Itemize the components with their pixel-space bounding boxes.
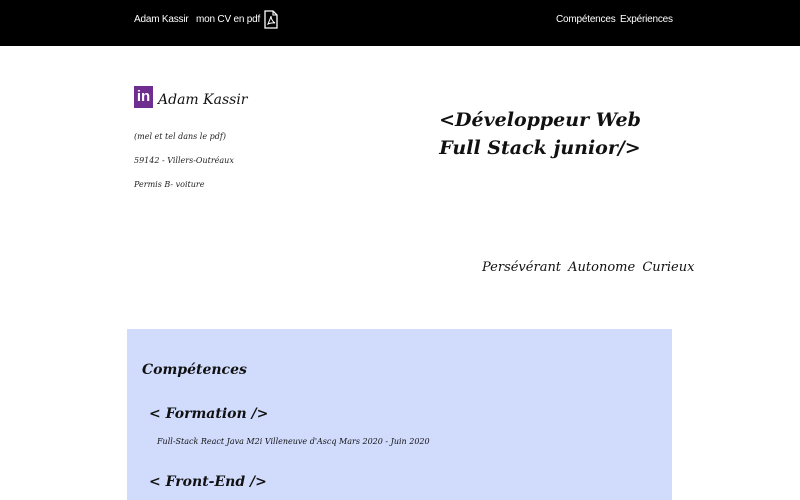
formation-heading: < Formation /> xyxy=(149,406,269,422)
qualities-text: Persévérant Autonome Curieux xyxy=(482,260,695,275)
skills-title: Compétences xyxy=(142,362,247,378)
pdf-file-icon[interactable] xyxy=(264,10,278,29)
location-text: 59142 - Villers-Outréaux xyxy=(134,156,234,165)
formation-item: Full-Stack React Java M2i Villeneuve d'A… xyxy=(157,437,430,446)
frontend-heading: < Front-End /> xyxy=(149,474,267,490)
nav-experiences-link[interactable]: Expériences xyxy=(620,14,673,25)
nav-competences-link[interactable]: Compétences xyxy=(556,14,616,25)
nav-home-link[interactable]: Adam Kassir xyxy=(134,14,189,25)
top-navbar: Adam Kassir mon CV en pdf Compétences Ex… xyxy=(0,0,800,46)
contact-note: (mel et tel dans le pdf) xyxy=(134,132,226,141)
nav-cv-link[interactable]: mon CV en pdf xyxy=(196,14,260,25)
skills-section: Compétences < Formation /> Full-Stack Re… xyxy=(127,329,672,500)
driving-license-text: Permis B- voiture xyxy=(134,180,205,189)
job-title: <Développeur Web Full Stack junior/> xyxy=(439,109,641,159)
linkedin-icon[interactable]: in xyxy=(134,86,153,108)
profile-name: Adam Kassir xyxy=(158,92,248,108)
